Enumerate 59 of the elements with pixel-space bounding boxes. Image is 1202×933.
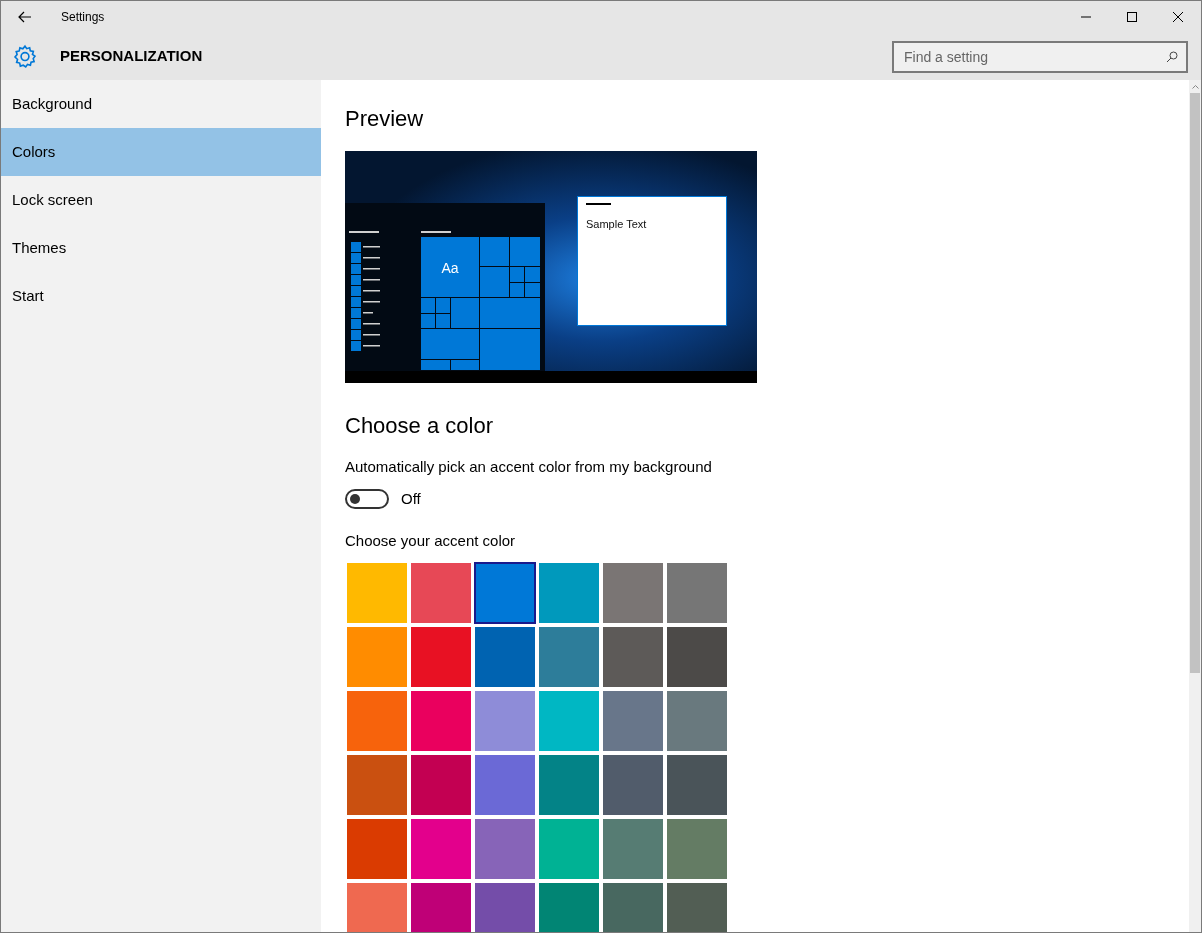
color-swatch[interactable] <box>539 626 599 687</box>
toggle-label: Automatically pick an accent color from my background <box>345 457 712 477</box>
color-swatch[interactable] <box>603 626 663 687</box>
color-swatch[interactable] <box>411 754 471 815</box>
sample-text: Sample Text <box>586 218 647 230</box>
color-swatch[interactable] <box>347 818 407 879</box>
color-swatch[interactable] <box>411 882 471 932</box>
color-swatch[interactable] <box>411 690 471 751</box>
swatch-label: Choose your accent color <box>345 531 516 551</box>
color-swatch[interactable] <box>347 754 407 815</box>
color-swatch[interactable] <box>347 626 407 687</box>
scrollbar[interactable] <box>1189 80 1201 932</box>
maximize-icon[interactable] <box>1127 12 1137 22</box>
color-swatch[interactable] <box>475 882 535 932</box>
color-swatch[interactable] <box>603 690 663 751</box>
color-swatch[interactable] <box>347 882 407 932</box>
color-swatch[interactable] <box>347 562 407 623</box>
color-swatch[interactable] <box>603 754 663 815</box>
color-swatch[interactable] <box>475 754 535 815</box>
search-field[interactable]: Find a setting <box>892 40 1188 73</box>
color-swatch[interactable] <box>603 882 663 932</box>
color-swatch[interactable] <box>539 562 599 623</box>
color-swatch[interactable] <box>411 626 471 687</box>
sidebar-item[interactable]: Colors <box>1 128 321 176</box>
color-swatch[interactable] <box>475 690 535 751</box>
color-swatch[interactable] <box>603 562 663 623</box>
color-swatch[interactable] <box>411 818 471 879</box>
color-swatch[interactable] <box>667 690 727 751</box>
color-swatch[interactable] <box>667 818 727 879</box>
close-icon[interactable] <box>1173 12 1183 22</box>
color-swatch[interactable] <box>667 562 727 623</box>
color-swatch[interactable] <box>667 754 727 815</box>
window-title: Settings <box>61 9 105 26</box>
toggle-switch[interactable] <box>345 488 389 509</box>
page-title: PERSONALIZATION <box>60 46 203 67</box>
color-swatch[interactable] <box>475 818 535 879</box>
color-swatch[interactable] <box>667 882 727 932</box>
color-swatch[interactable] <box>539 818 599 879</box>
section-heading: Choose a color <box>345 413 493 439</box>
color-swatch[interactable] <box>603 818 663 879</box>
color-swatch[interactable] <box>539 690 599 751</box>
color-swatch[interactable] <box>539 882 599 932</box>
color-swatch[interactable] <box>475 562 535 623</box>
color-swatch[interactable] <box>667 626 727 687</box>
search-icon <box>1166 50 1178 63</box>
settings-icon <box>12 43 38 70</box>
sidebar-item[interactable]: Background <box>1 80 321 128</box>
sidebar-item[interactable]: Start <box>1 272 321 320</box>
scroll-up-icon[interactable] <box>1191 84 1199 89</box>
sidebar-item[interactable]: Themes <box>1 224 321 272</box>
toggle-state: Off <box>401 488 421 509</box>
back-arrow-icon[interactable] <box>18 11 32 23</box>
color-swatch[interactable] <box>411 562 471 623</box>
section-heading: Preview <box>345 106 424 132</box>
tile-label: Aa <box>441 260 459 276</box>
sidebar-item[interactable]: Lock screen <box>1 176 321 224</box>
color-swatch[interactable] <box>347 690 407 751</box>
color-swatch[interactable] <box>475 626 535 687</box>
color-swatch[interactable] <box>539 754 599 815</box>
